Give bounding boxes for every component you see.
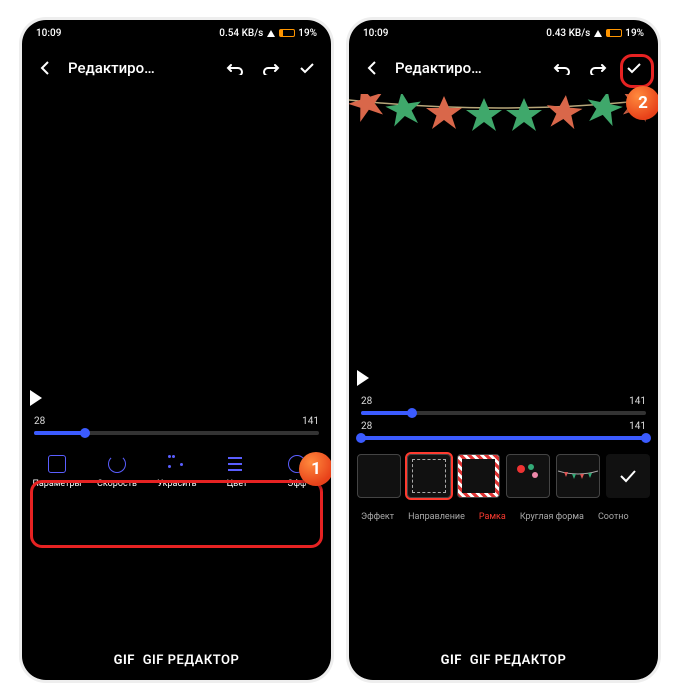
timeline-start: 28 (34, 416, 45, 427)
footer-brand: GIF GIF РЕДАКТОР (22, 653, 331, 668)
bunting-frame-overlay (349, 94, 649, 148)
frame-option-bunting[interactable] (556, 454, 600, 498)
play-button[interactable] (357, 370, 369, 386)
phone-right: 10:09 0.43 KB/s 19% Редактиро… (349, 20, 658, 680)
tool-parameters[interactable]: Параметры (28, 455, 86, 489)
undo-button[interactable] (221, 54, 249, 82)
status-bar: 10:09 0.43 KB/s 19% (349, 20, 658, 46)
back-button[interactable] (359, 54, 387, 82)
status-time: 10:09 (363, 28, 388, 39)
tab-aspect[interactable]: Соотно (592, 512, 635, 522)
status-time: 10:09 (36, 28, 61, 39)
app-bar: Редактиро… (22, 46, 331, 90)
page-title: Редактиро… (395, 59, 540, 77)
tool-speed[interactable]: Скорость (88, 455, 146, 489)
range-end: 141 (629, 421, 646, 432)
range-start: 28 (361, 421, 372, 432)
frame-strip (349, 448, 658, 504)
gif-logo: GIF (441, 653, 462, 668)
frame-option-none[interactable] (357, 454, 401, 498)
footer-label: GIF РЕДАКТОР (470, 653, 567, 668)
app-bar: Редактиро… (349, 46, 658, 90)
redo-button[interactable] (257, 54, 285, 82)
status-right: 0.43 KB/s 19% (546, 28, 644, 39)
tab-effect[interactable]: Эффект (355, 512, 400, 522)
play-button[interactable] (30, 390, 42, 406)
category-tabs: Эффект Направление Рамка Круглая форма С… (349, 504, 658, 530)
undo-button[interactable] (548, 54, 576, 82)
tool-decorate[interactable]: Украсить (148, 455, 206, 489)
timeline: 28 141 (22, 410, 331, 443)
confirm-button[interactable] (293, 54, 321, 82)
frame-option-balloons[interactable] (506, 454, 550, 498)
timeline-end: 141 (302, 416, 319, 427)
status-bar: 10:09 0.54 KB/s 19% (22, 20, 331, 46)
editor-canvas[interactable] (349, 90, 658, 390)
seek-track[interactable] (361, 411, 646, 415)
status-right: 0.54 KB/s 19% (219, 28, 317, 39)
frame-option-candy[interactable] (457, 454, 501, 498)
tab-frame[interactable]: Рамка (473, 512, 512, 522)
bottom-toolbar: Параметры Скорость Украсить Цвет Эфф (22, 443, 331, 497)
footer-brand: GIF GIF РЕДАКТОР (349, 653, 658, 668)
tab-round-shape[interactable]: Круглая форма (514, 512, 590, 522)
frame-option-dashed[interactable] (407, 454, 451, 498)
tab-direction[interactable]: Направление (402, 512, 471, 522)
gauge-icon (108, 455, 126, 473)
sparkle-icon (168, 455, 186, 473)
timeline-end: 141 (629, 396, 646, 407)
range-track[interactable] (361, 436, 646, 440)
redo-button[interactable] (584, 54, 612, 82)
sliders-icon (228, 455, 246, 473)
timeline-start: 28 (361, 396, 372, 407)
tool-color[interactable]: Цвет (208, 455, 266, 489)
page-title: Редактиро… (68, 59, 213, 77)
editor-canvas[interactable] (22, 90, 331, 410)
confirm-button[interactable] (620, 54, 648, 82)
phone-left: 10:09 0.54 KB/s 19% Редактиро… 28 (22, 20, 331, 680)
tool-effects[interactable]: Эфф (268, 455, 326, 489)
grid-icon (48, 455, 66, 473)
timeline: 28 141 28 141 (349, 390, 658, 448)
footer-label: GIF РЕДАКТОР (143, 653, 240, 668)
effects-icon (288, 455, 306, 473)
back-button[interactable] (32, 54, 60, 82)
seek-track[interactable] (34, 431, 319, 435)
gif-logo: GIF (114, 653, 135, 668)
frame-apply-check[interactable] (606, 454, 650, 498)
